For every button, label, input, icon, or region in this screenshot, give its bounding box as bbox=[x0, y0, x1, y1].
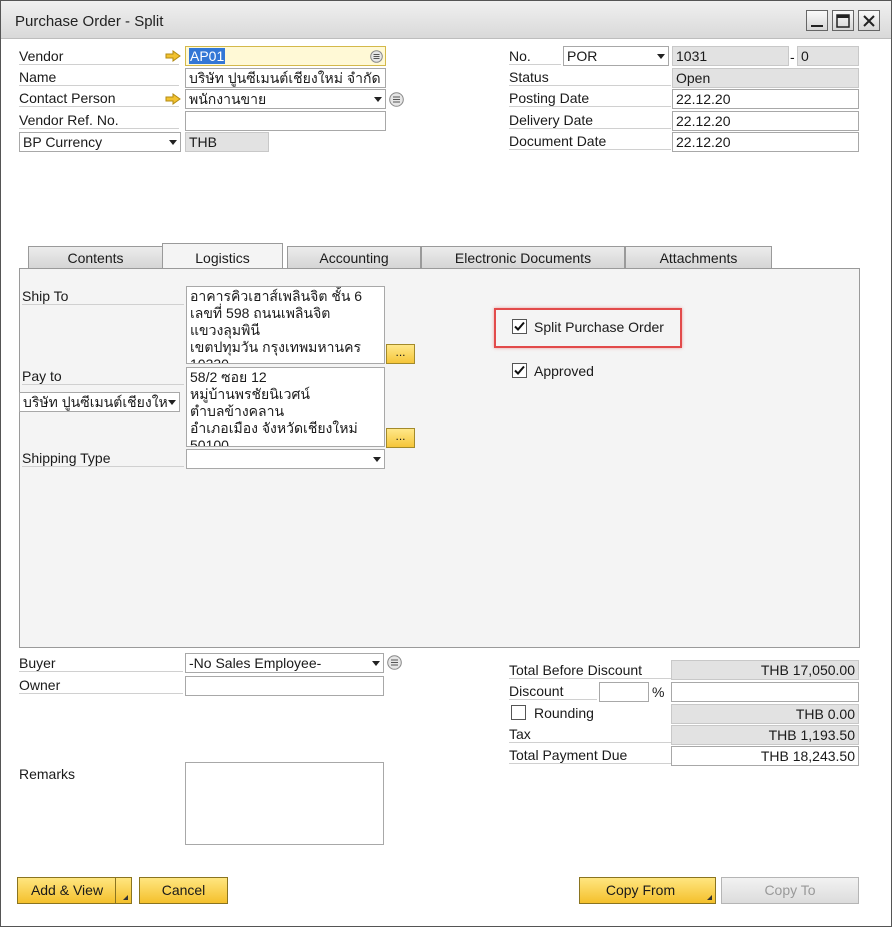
contact-person-label: Contact Person bbox=[19, 90, 179, 107]
series-select[interactable]: POR bbox=[563, 46, 669, 66]
chevron-down-icon bbox=[657, 54, 665, 59]
rounding-value: THB 0.00 bbox=[671, 704, 859, 724]
approved-label: Approved bbox=[534, 363, 594, 379]
tax-label: Tax bbox=[509, 726, 671, 743]
total-before-discount-label: Total Before Discount bbox=[509, 662, 671, 679]
tab-electronic-documents[interactable]: Electronic Documents bbox=[421, 246, 625, 269]
posting-date-label: Posting Date bbox=[509, 90, 671, 107]
vendor-ref-label: Vendor Ref. No. bbox=[19, 112, 179, 129]
copy-to-button[interactable]: Copy To bbox=[721, 877, 859, 904]
link-arrow-icon[interactable] bbox=[165, 93, 181, 105]
tab-logistics[interactable]: Logistics bbox=[162, 243, 283, 270]
vendor-ref-field[interactable] bbox=[185, 111, 386, 131]
pay-to-label: Pay to bbox=[22, 368, 184, 385]
rounding-checkbox[interactable] bbox=[511, 705, 526, 720]
rounding-label: Rounding bbox=[534, 705, 594, 721]
doc-number-suffix: 0 bbox=[797, 46, 859, 66]
tab-attachments[interactable]: Attachments bbox=[625, 246, 772, 269]
chevron-down-icon bbox=[373, 457, 381, 462]
remarks-label: Remarks bbox=[19, 766, 76, 782]
tax-value: THB 1,193.50 bbox=[671, 725, 859, 745]
shipping-type-label: Shipping Type bbox=[22, 450, 184, 467]
chevron-down-icon bbox=[168, 400, 176, 405]
dropdown-corner-icon[interactable] bbox=[123, 895, 128, 900]
total-before-discount-value: THB 17,050.00 bbox=[671, 660, 859, 680]
chevron-down-icon bbox=[169, 140, 177, 145]
ship-to-details-button[interactable]: ... bbox=[386, 344, 415, 364]
maximize-icon bbox=[836, 14, 850, 28]
no-label: No. bbox=[509, 48, 561, 65]
shipping-type-select[interactable] bbox=[186, 449, 385, 469]
approved-checkbox[interactable] bbox=[512, 363, 527, 378]
discount-percent-field[interactable] bbox=[599, 682, 649, 702]
link-arrow-icon[interactable] bbox=[165, 50, 181, 62]
tab-accounting[interactable]: Accounting bbox=[287, 246, 421, 269]
checkmark-icon bbox=[514, 321, 525, 331]
close-button[interactable] bbox=[858, 10, 880, 31]
delivery-date-field[interactable]: 22.12.20 bbox=[672, 111, 859, 131]
status-label: Status bbox=[509, 69, 671, 86]
minimize-icon bbox=[811, 25, 823, 27]
chevron-down-icon bbox=[372, 661, 380, 666]
status-value: Open bbox=[672, 68, 859, 88]
pay-to-details-button[interactable]: ... bbox=[386, 428, 415, 448]
copy-from-button[interactable]: Copy From bbox=[579, 877, 716, 904]
list-icon[interactable] bbox=[387, 655, 402, 670]
maximize-button[interactable] bbox=[832, 10, 854, 31]
pay-to-select[interactable]: บริษัท ปูนซีเมนต์เชียงให bbox=[19, 392, 180, 412]
owner-label: Owner bbox=[19, 677, 183, 694]
percent-sign: % bbox=[652, 684, 665, 700]
remarks-field[interactable] bbox=[185, 762, 384, 845]
split-po-label: Split Purchase Order bbox=[534, 319, 664, 335]
total-payment-due-label: Total Payment Due bbox=[509, 747, 671, 764]
window-title: Purchase Order - Split bbox=[15, 13, 164, 30]
owner-field[interactable] bbox=[185, 676, 384, 696]
purchase-order-window: Purchase Order - Split Vendor AP01 Name … bbox=[0, 0, 892, 927]
bp-currency-value: THB bbox=[185, 132, 269, 152]
close-icon bbox=[863, 15, 875, 27]
add-view-button[interactable]: Add & View bbox=[17, 877, 132, 904]
minimize-button[interactable] bbox=[806, 10, 828, 31]
buyer-select[interactable]: -No Sales Employee- bbox=[185, 653, 384, 673]
vendor-field[interactable]: AP01 bbox=[185, 46, 386, 66]
bp-currency-select[interactable]: BP Currency bbox=[19, 132, 181, 152]
split-po-checkbox[interactable] bbox=[512, 319, 527, 334]
doc-number-field: 1031 bbox=[672, 46, 789, 66]
document-date-field[interactable]: 22.12.20 bbox=[672, 132, 859, 152]
list-icon[interactable] bbox=[370, 50, 383, 63]
name-label: Name bbox=[19, 69, 179, 86]
posting-date-field[interactable]: 22.12.20 bbox=[672, 89, 859, 109]
total-payment-due-value: THB 18,243.50 bbox=[671, 746, 859, 766]
delivery-date-label: Delivery Date bbox=[509, 112, 671, 129]
tab-contents[interactable]: Contents bbox=[28, 246, 163, 269]
checkmark-icon bbox=[514, 365, 525, 375]
title-bar: Purchase Order - Split bbox=[1, 1, 891, 39]
discount-label: Discount bbox=[509, 683, 597, 700]
list-icon[interactable] bbox=[389, 92, 404, 107]
pay-to-address[interactable]: 58/2 ซอย 12 หมู่บ้านพรชัยนิเวศน์ ตำบลข้า… bbox=[186, 367, 385, 447]
vendor-label: Vendor bbox=[19, 48, 179, 65]
cancel-button[interactable]: Cancel bbox=[139, 877, 228, 904]
contact-person-select[interactable]: พนักงานขาย bbox=[185, 89, 386, 109]
discount-value-field[interactable] bbox=[671, 682, 859, 702]
ship-to-label: Ship To bbox=[22, 288, 184, 305]
dropdown-corner-icon bbox=[707, 895, 712, 900]
buyer-label: Buyer bbox=[19, 655, 183, 672]
name-field[interactable]: บริษัท ปูนซีเมนต์เชียงใหม่ จำกัด bbox=[185, 68, 386, 88]
ship-to-address[interactable]: อาคารคิวเฮาส์เพลินจิต ชั้น 6 เลขที่ 598 … bbox=[186, 286, 385, 364]
chevron-down-icon bbox=[374, 97, 382, 102]
document-date-label: Document Date bbox=[509, 133, 671, 150]
